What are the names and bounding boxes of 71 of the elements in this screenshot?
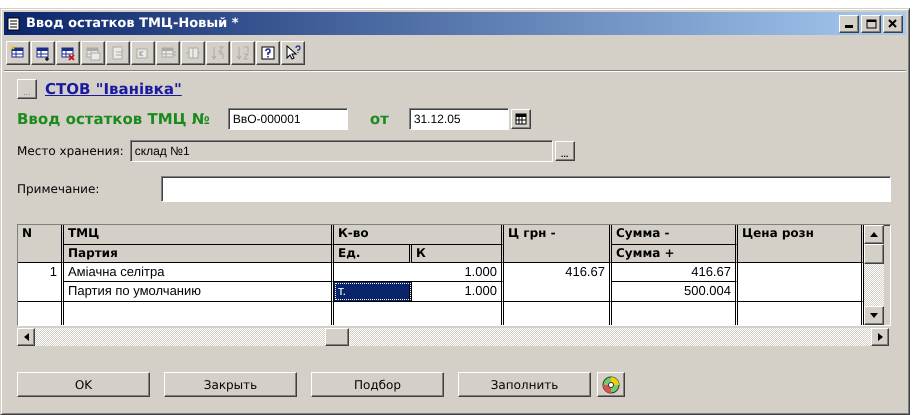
table-cell: 1.000 xyxy=(412,282,504,301)
delete-row-button[interactable] xyxy=(56,40,80,64)
column-header: Сумма + xyxy=(612,245,738,263)
dialog-button[interactable]: Заполнить xyxy=(458,372,591,397)
dialog-button[interactable]: OK xyxy=(17,372,150,397)
context-help-icon xyxy=(285,44,301,60)
column-header: Сумма - xyxy=(612,225,738,245)
document-icon xyxy=(7,16,20,30)
add-row-icon xyxy=(35,44,51,60)
sort-ascending-icon xyxy=(210,44,226,60)
horizontal-scrollbar[interactable] xyxy=(17,328,889,346)
date-field[interactable]: 31.12.05 xyxy=(408,108,509,130)
disc-icon xyxy=(602,376,620,394)
storage-field[interactable]: склад №1 xyxy=(130,140,553,162)
column-header: N xyxy=(18,225,64,263)
table-rows-icon xyxy=(185,44,201,60)
scroll-left-button[interactable] xyxy=(17,328,35,346)
delete-row-icon xyxy=(60,44,76,60)
column-header: Ц грн - xyxy=(504,225,612,263)
column-header: К-во xyxy=(334,225,504,245)
calendar-icon xyxy=(514,113,527,125)
company-link[interactable]: СТОВ "Іванівка" xyxy=(45,80,182,98)
table-cell: 416.67 xyxy=(612,263,738,282)
table-cell[interactable]: т. xyxy=(334,282,412,301)
help-button[interactable] xyxy=(256,40,280,64)
close-button[interactable] xyxy=(883,14,903,32)
note-label: Примечание: xyxy=(17,182,100,196)
maximize-button[interactable] xyxy=(861,14,881,32)
calendar-button[interactable] xyxy=(510,109,531,129)
up-arrow-icon xyxy=(870,232,878,237)
maximize-icon xyxy=(865,18,877,30)
column-header: Цена розн xyxy=(738,225,864,263)
select-button[interactable]: ... xyxy=(554,141,575,161)
new-row-icon xyxy=(10,44,26,60)
storage-label: Место хранения: xyxy=(17,144,124,158)
table-cell: Аміачна селітра xyxy=(64,263,334,282)
scroll-thumb[interactable] xyxy=(325,328,349,346)
left-arrow-icon xyxy=(24,333,28,341)
scroll-thumb[interactable] xyxy=(864,244,884,264)
table-columns-icon xyxy=(160,44,176,60)
column-header: ТМЦ xyxy=(64,225,334,245)
new-row-button[interactable] xyxy=(6,40,30,64)
number-field[interactable]: ВвО-000001 xyxy=(228,108,348,130)
help-icon xyxy=(260,44,276,60)
date-label: от xyxy=(370,110,389,128)
close-icon xyxy=(887,18,899,30)
table-cell: 500.004 xyxy=(612,282,738,301)
document-label: Ввод остатков ТМЦ № xyxy=(17,110,210,128)
scroll-right-button[interactable] xyxy=(871,328,889,346)
table-cell xyxy=(18,301,64,325)
note-field[interactable] xyxy=(161,176,891,202)
minimize-icon xyxy=(845,24,853,28)
vertical-scrollbar[interactable] xyxy=(864,225,884,325)
sort-descending-icon xyxy=(235,44,251,60)
dialog-button[interactable]: Подбор xyxy=(311,372,444,397)
column-header: Партия xyxy=(64,245,334,263)
minimize-button[interactable] xyxy=(839,14,859,32)
column-header: Ед. xyxy=(334,245,412,263)
window-title: Ввод остатков ТМЦ-Новый * xyxy=(26,16,240,31)
down-arrow-icon xyxy=(870,313,878,318)
scroll-down-button[interactable] xyxy=(864,306,884,325)
context-help-button[interactable] xyxy=(281,40,305,64)
table-cell: 1 xyxy=(18,263,64,301)
disc-button[interactable] xyxy=(597,372,625,397)
column-header: К xyxy=(412,245,504,263)
add-row-button[interactable] xyxy=(31,40,55,64)
dialog-button[interactable]: Закрыть xyxy=(164,372,297,397)
table-cell: 416.67 xyxy=(504,263,612,301)
scroll-up-button[interactable] xyxy=(864,225,884,244)
copy-row-icon xyxy=(85,44,101,60)
right-arrow-icon xyxy=(878,333,882,341)
